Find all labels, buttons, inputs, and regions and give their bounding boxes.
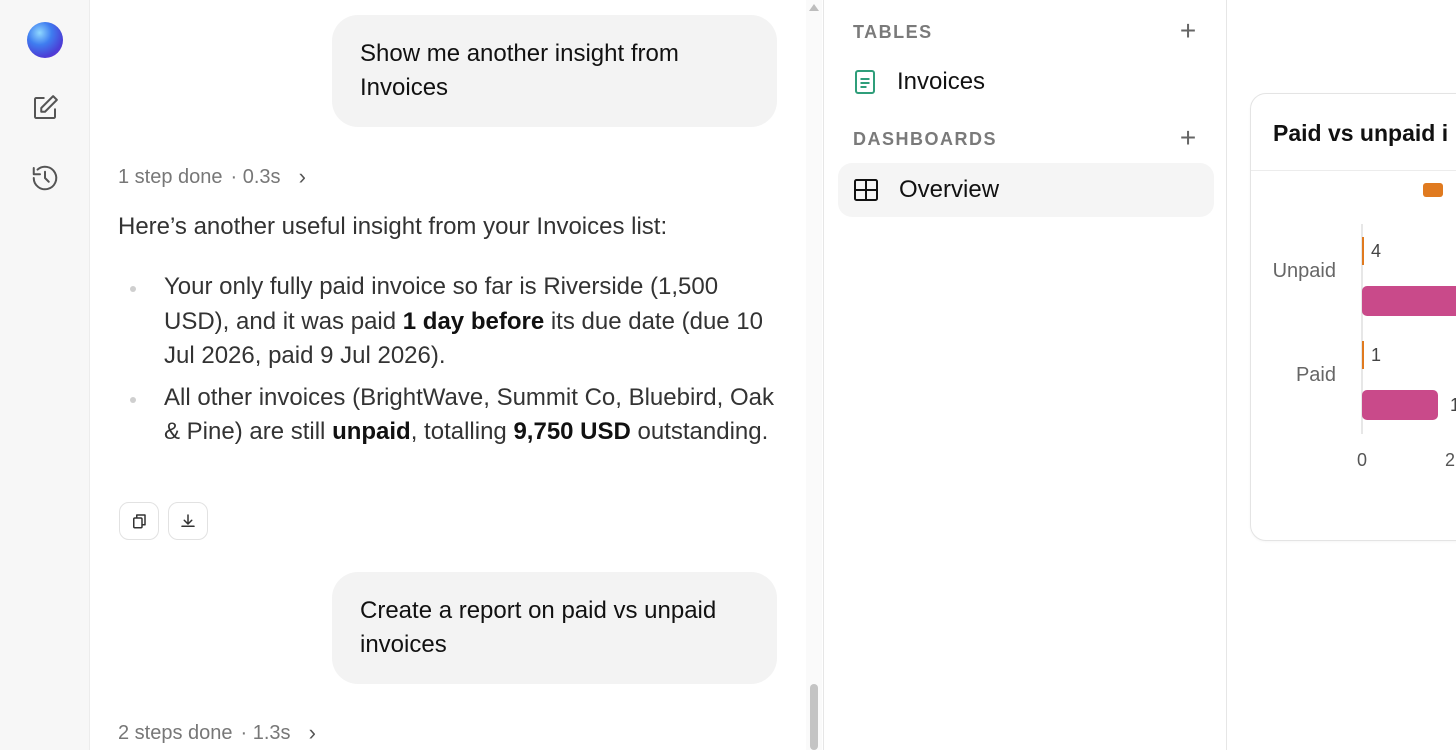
- sidebar-item-overview[interactable]: Overview: [838, 163, 1214, 217]
- user-message-text: Show me another insight from Invoices: [360, 40, 679, 101]
- grid-icon: [854, 179, 878, 201]
- scroll-up-arrow-icon[interactable]: [809, 4, 819, 11]
- x-tick-label: 0: [1357, 450, 1367, 470]
- assistant-bullets: Your only fully paid invoice so far is R…: [118, 270, 778, 457]
- steps-summary[interactable]: 1 step done · 0.3s ›: [118, 164, 306, 190]
- chevron-right-icon: ›: [298, 164, 306, 189]
- steps-count: 2 steps done: [118, 721, 233, 744]
- download-button[interactable]: [168, 502, 208, 540]
- dashboard-area: Paid vs unpaid i Unpaid 4 Paid 1 1 0 2: [1227, 0, 1456, 750]
- bar-label: 1: [1450, 395, 1456, 415]
- user-message-text: Create a report on paid vs unpaid invoic…: [360, 597, 717, 658]
- history-icon[interactable]: [29, 162, 61, 194]
- category-label: Paid: [1296, 364, 1336, 386]
- download-icon: [181, 514, 195, 527]
- user-message: Create a report on paid vs unpaid invoic…: [332, 572, 777, 684]
- chevron-right-icon: ›: [308, 720, 316, 745]
- chart-card[interactable]: Paid vs unpaid i Unpaid 4 Paid 1 1 0 2: [1250, 93, 1456, 541]
- steps-count: 1 step done: [118, 165, 223, 188]
- add-dashboard-button[interactable]: +: [1176, 124, 1200, 152]
- bar-count: [1362, 341, 1364, 369]
- user-message: Show me another insight from Invoices: [332, 15, 777, 127]
- copy-icon: [133, 514, 146, 529]
- left-rail: [0, 0, 90, 750]
- steps-duration: · 0.3s: [230, 165, 281, 188]
- chat-panel: Show me another insight from Invoices 1 …: [91, 0, 823, 750]
- table-doc-icon: [855, 70, 875, 94]
- scrollbar-thumb[interactable]: [810, 684, 818, 750]
- bar-amount: [1362, 286, 1456, 316]
- tables-header: TABLES: [853, 22, 933, 42]
- dashboards-header: DASHBOARDS: [853, 129, 998, 149]
- bar-label: 1: [1371, 345, 1381, 365]
- list-item: Your only fully paid invoice so far is R…: [118, 270, 778, 374]
- bar-count: [1362, 237, 1364, 265]
- category-label: Unpaid: [1273, 260, 1336, 282]
- new-chat-icon[interactable]: [29, 92, 61, 124]
- sidebar-item-invoices[interactable]: Invoices: [838, 55, 1214, 109]
- sidebar-item-label: Invoices: [897, 68, 986, 95]
- assistant-orb-icon[interactable]: [27, 22, 63, 58]
- workspace-sidebar: TABLES + Invoices DASHBOARDS + Overview: [824, 0, 1226, 750]
- chat-scrollbar[interactable]: [806, 0, 822, 750]
- steps-summary[interactable]: 2 steps done · 1.3s ›: [118, 720, 316, 746]
- add-table-button[interactable]: +: [1176, 17, 1200, 45]
- x-tick-label: 2: [1445, 450, 1455, 470]
- steps-duration: · 1.3s: [240, 721, 291, 744]
- list-item: All other invoices (BrightWave, Summit C…: [118, 381, 778, 450]
- bar-chart: Unpaid 4 Paid 1 1 0 2: [1273, 224, 1456, 470]
- copy-button[interactable]: [119, 502, 159, 540]
- assistant-intro: Here’s another useful insight from your …: [118, 213, 668, 240]
- bar-amount: [1362, 390, 1438, 420]
- sidebar-item-label: Overview: [899, 176, 1000, 203]
- bar-label: 4: [1371, 241, 1381, 261]
